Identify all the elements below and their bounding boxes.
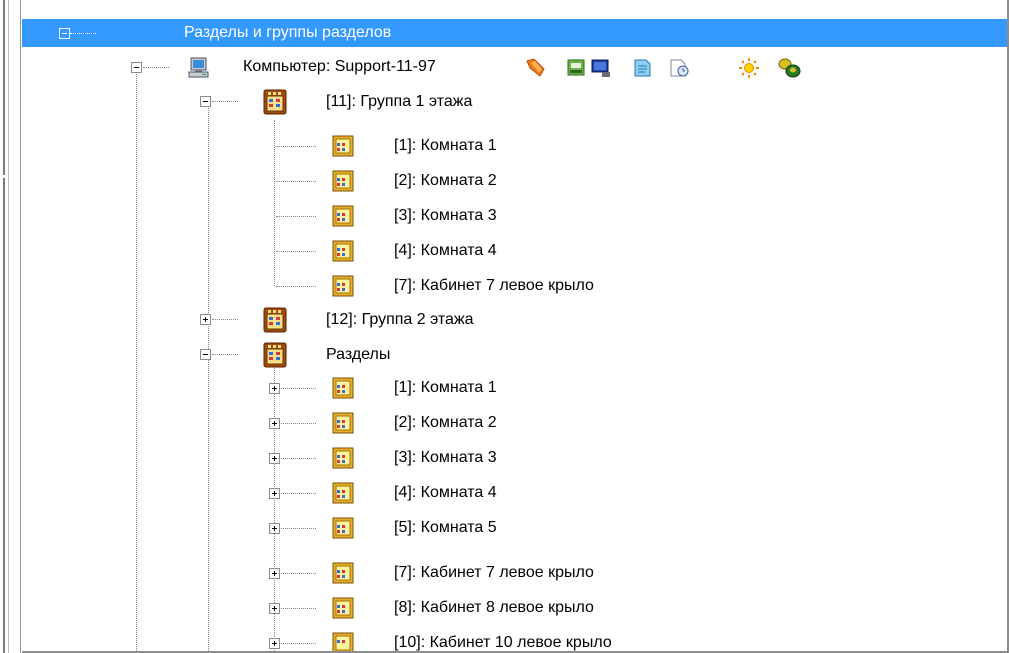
section-icon bbox=[332, 377, 354, 399]
tree-root-row[interactable] bbox=[22, 19, 1007, 47]
tree-guide-line bbox=[136, 70, 137, 653]
expand-group2-toggle[interactable] bbox=[200, 314, 211, 325]
group1-item-label: [1]: Комната 1 bbox=[394, 137, 497, 154]
expand-section-toggle[interactable] bbox=[269, 638, 280, 649]
sections-item-label: [8]: Кабинет 8 левое крыло bbox=[394, 599, 594, 616]
collapse-sections-toggle[interactable] bbox=[200, 349, 211, 360]
group1-item-label: [4]: Комната 4 bbox=[394, 242, 497, 259]
expand-section-toggle[interactable] bbox=[269, 488, 280, 499]
document-icon[interactable] bbox=[632, 58, 654, 78]
collapse-root-toggle[interactable] bbox=[59, 28, 70, 39]
tree-guide-line bbox=[70, 33, 96, 34]
section-icon bbox=[332, 562, 354, 584]
group1-item-label: [3]: Комната 3 bbox=[394, 207, 497, 224]
section-icon bbox=[332, 517, 354, 539]
computer-label[interactable]: Компьютер: Support-11-97 bbox=[243, 57, 436, 77]
tree-guide-line bbox=[143, 67, 169, 68]
section-icon bbox=[332, 240, 354, 262]
monitor-icon[interactable] bbox=[590, 58, 612, 78]
tree-guide-line bbox=[208, 108, 209, 653]
sections-item-label: [2]: Комната 2 bbox=[394, 414, 497, 431]
expand-section-toggle[interactable] bbox=[269, 418, 280, 429]
tree-guide-line bbox=[212, 354, 238, 355]
coins-icon[interactable] bbox=[777, 57, 801, 79]
computer-icon bbox=[188, 57, 209, 78]
sections-item-label: [10]: Кабинет 10 левое крыло bbox=[394, 634, 612, 651]
group2-label[interactable]: [12]: Группа 2 этажа bbox=[326, 310, 474, 330]
expand-section-toggle[interactable] bbox=[269, 523, 280, 534]
section-icon bbox=[332, 135, 354, 157]
sections-item-label: [4]: Комната 4 bbox=[394, 484, 497, 501]
section-icon bbox=[332, 170, 354, 192]
section-icon bbox=[332, 447, 354, 469]
group-folder-icon bbox=[263, 307, 287, 333]
expand-section-toggle[interactable] bbox=[269, 603, 280, 614]
sun-icon[interactable] bbox=[738, 58, 760, 78]
tree-guide-line bbox=[212, 319, 238, 320]
section-icon bbox=[332, 597, 354, 619]
section-icon bbox=[332, 482, 354, 504]
group1-item-label: [7]: Кабинет 7 левое крыло bbox=[394, 277, 594, 294]
window-left-border bbox=[0, 0, 22, 653]
sections-item-label: [3]: Комната 3 bbox=[394, 449, 497, 466]
sections-item-label: [1]: Комната 1 bbox=[394, 379, 497, 396]
group-folder-icon bbox=[263, 342, 287, 368]
group1-label[interactable]: [11]: Группа 1 этажа bbox=[326, 92, 472, 112]
tree-root-label: Разделы и группы разделов bbox=[184, 24, 392, 41]
section-icon bbox=[332, 275, 354, 297]
tape-drive-icon[interactable] bbox=[566, 58, 588, 78]
collapse-computer-toggle[interactable] bbox=[131, 62, 142, 73]
section-icon bbox=[332, 205, 354, 227]
expand-section-toggle[interactable] bbox=[269, 383, 280, 394]
expand-section-toggle[interactable] bbox=[269, 453, 280, 464]
section-icon bbox=[332, 412, 354, 434]
expand-section-toggle[interactable] bbox=[269, 568, 280, 579]
section-icon bbox=[332, 632, 354, 651]
sections-item-label: [5]: Комната 5 bbox=[394, 519, 497, 536]
group1-item-label: [2]: Комната 2 bbox=[394, 172, 497, 189]
tree-guide-line bbox=[274, 120, 275, 286]
arrow-icon[interactable] bbox=[525, 58, 547, 78]
sections-item-label: [7]: Кабинет 7 левое крыло bbox=[394, 564, 594, 581]
group-folder-icon bbox=[263, 89, 287, 115]
collapse-group1-toggle[interactable] bbox=[200, 96, 211, 107]
clock-icon[interactable] bbox=[669, 58, 691, 78]
tree-guide-line bbox=[212, 101, 238, 102]
sections-label[interactable]: Разделы bbox=[326, 345, 390, 365]
